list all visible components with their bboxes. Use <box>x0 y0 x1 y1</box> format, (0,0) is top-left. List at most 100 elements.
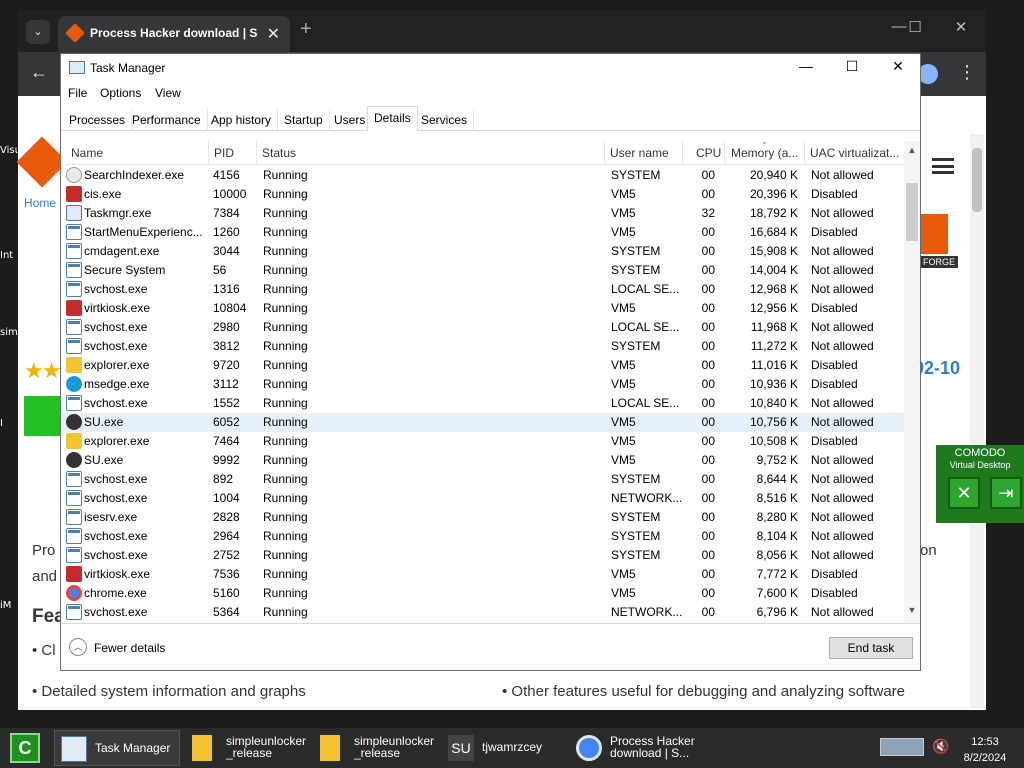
taskbar-button-task-manager[interactable]: Task Manager <box>54 730 180 766</box>
table-row[interactable]: isesrv.exe 2828 Running SYSTEM 00 8,280 K Not … <box>61 508 904 527</box>
tab-close-icon[interactable]: ✕ <box>267 24 280 44</box>
column-header-status[interactable]: Status <box>257 141 605 165</box>
download-button[interactable] <box>24 396 60 436</box>
menu-view[interactable]: View <box>155 86 181 100</box>
tab-processes[interactable]: Processes <box>63 109 133 131</box>
browser-maximize-button[interactable]: ☐ <box>900 18 930 36</box>
cell-cpu: 00 <box>701 358 715 372</box>
tab-details[interactable]: Details <box>367 106 418 132</box>
badge-text: FORGE <box>920 256 959 268</box>
maximize-button[interactable]: ☐ <box>832 58 872 75</box>
tab-performance[interactable]: Performance <box>126 109 208 131</box>
cell-uac: Not allowed <box>811 605 874 619</box>
cell-memory: 7,772 K <box>756 567 798 581</box>
table-row[interactable]: virtkiosk.exe 10804 Running VM5 00 12,956 K Di… <box>61 299 904 318</box>
table-row[interactable]: SU.exe 9992 Running VM5 00 9,752 K Not allowed <box>61 451 904 470</box>
table-row[interactable]: SU.exe 6052 Running VM5 00 10,756 K Not allowe… <box>61 413 904 432</box>
table-row[interactable]: svchost.exe 1316 Running LOCAL SE... 00 12,96… <box>61 280 904 299</box>
table-row[interactable]: cis.exe 10000 Running VM5 00 20,396 K Disabled <box>61 185 904 204</box>
profile-avatar[interactable] <box>918 64 938 84</box>
scroll-up-icon[interactable]: ▲ <box>904 145 920 161</box>
scrollbar-thumb[interactable] <box>906 183 918 241</box>
tab-services[interactable]: Services <box>415 109 475 131</box>
table-row[interactable]: Taskmgr.exe 7384 Running VM5 32 18,792 K Not a… <box>61 204 904 223</box>
browser-close-button[interactable]: ✕ <box>946 18 976 36</box>
table-row[interactable]: chrome.exe 5160 Running VM5 00 7,600 K Disable… <box>61 584 904 603</box>
cell-status: Running <box>263 567 308 581</box>
cell-cpu: 00 <box>701 377 715 391</box>
clock-time[interactable]: 12:53 <box>960 736 1010 748</box>
table-row[interactable]: svchost.exe 2980 Running LOCAL SE... 00 11,96… <box>61 318 904 337</box>
table-row[interactable]: cmdagent.exe 3044 Running SYSTEM 00 15,908 K N… <box>61 242 904 261</box>
table-row[interactable]: svchost.exe 3812 Running SYSTEM 00 11,272 K No… <box>61 337 904 356</box>
taskbar-button-su[interactable]: SU tjwamrzcey <box>442 730 564 766</box>
column-header-user[interactable]: User name <box>605 141 683 165</box>
fewer-details-link[interactable]: Fewer details <box>94 641 165 655</box>
table-row[interactable]: virtkiosk.exe 7536 Running VM5 00 7,772 K Disa… <box>61 565 904 584</box>
taskbar-button-folder[interactable]: simpleunlocker _release <box>186 730 308 766</box>
cell-cpu: 00 <box>701 567 715 581</box>
minimize-button[interactable]: — <box>786 58 826 74</box>
task-manager-titlebar[interactable]: Task Manager — ☐ ✕ <box>61 54 920 82</box>
home-link[interactable]: Home <box>24 196 56 210</box>
table-row[interactable]: explorer.exe 7464 Running VM5 00 10,508 K Disa… <box>61 432 904 451</box>
column-header-uac[interactable]: UAC virtualizat... <box>805 141 904 165</box>
browser-tab[interactable]: Process Hacker download | Sc ✕ <box>58 16 290 52</box>
table-row[interactable]: svchost.exe 2752 Running SYSTEM 00 8,056 K Not… <box>61 546 904 565</box>
table-row[interactable]: explorer.exe 9720 Running VM5 00 11,016 K Disa… <box>61 356 904 375</box>
volume-muted-icon[interactable]: 🔇 <box>932 738 949 755</box>
comodo-close-icon[interactable]: ✕ <box>948 477 980 509</box>
cell-pid: 7464 <box>213 434 240 448</box>
cell-status: Running <box>263 415 308 429</box>
page-scrollbar[interactable] <box>970 134 984 708</box>
menu-file[interactable]: File <box>68 86 87 100</box>
table-row[interactable]: SearchIndexer.exe 4156 Running SYSTEM 00 20,9… <box>61 166 904 185</box>
end-task-button[interactable]: End task <box>829 637 913 659</box>
column-header-pid[interactable]: PID <box>209 141 257 165</box>
cell-status: Running <box>263 472 308 486</box>
table-row[interactable]: svchost.exe 1552 Running LOCAL SE... 00 10,84… <box>61 394 904 413</box>
tab-users[interactable]: Users <box>328 109 373 131</box>
browser-menu-button[interactable]: ⋮ <box>958 62 976 83</box>
taskbar-button-folder[interactable]: simpleunlocker _release <box>314 730 436 766</box>
hamburger-menu-icon[interactable] <box>932 158 954 174</box>
taskbar-button-chrome[interactable]: Process Hacker download | S... <box>570 730 695 766</box>
table-row[interactable]: svchost.exe 2964 Running SYSTEM 00 8,104 K Not… <box>61 527 904 546</box>
comodo-exit-icon[interactable]: ⇥ <box>990 477 1022 509</box>
cell-pid: 10804 <box>213 301 247 315</box>
folder-process-icon <box>66 357 82 373</box>
cell-user: VM5 <box>611 434 636 448</box>
table-row[interactable]: svchost.exe 1004 Running NETWORK... 00 8,516 … <box>61 489 904 508</box>
chevron-up-icon[interactable]: ︿ <box>69 638 87 656</box>
cell-user: SYSTEM <box>611 263 661 277</box>
table-row[interactable]: svchost.exe 5364 Running NETWORK... 00 6,796 … <box>61 603 904 622</box>
close-button[interactable]: ✕ <box>878 58 918 75</box>
table-scrollbar[interactable]: ▲ ▼ <box>904 141 920 623</box>
tab-app-history[interactable]: App history <box>205 109 279 131</box>
menu-options[interactable]: Options <box>100 86 141 100</box>
win-process-icon <box>66 338 82 354</box>
cell-status: Running <box>263 529 308 543</box>
cell-uac: Disabled <box>811 377 858 391</box>
column-header-name[interactable]: Name <box>66 141 209 165</box>
scroll-down-icon[interactable]: ▼ <box>904 605 920 621</box>
table-row[interactable]: svchost.exe 892 Running SYSTEM 00 8,644 K Not … <box>61 470 904 489</box>
start-button[interactable]: C <box>10 733 40 763</box>
table-row[interactable]: StartMenuExperienc... 1260 Running VM5 00 16,… <box>61 223 904 242</box>
table-row[interactable]: Secure System 56 Running SYSTEM 00 14,004 K No… <box>61 261 904 280</box>
back-button[interactable]: ← <box>30 62 48 83</box>
table-row[interactable]: msedge.exe 3112 Running VM5 00 10,936 K Disabl… <box>61 375 904 394</box>
tab-list-button[interactable]: ⌄ <box>26 20 50 44</box>
cell-name: svchost.exe <box>84 320 148 334</box>
tab-startup[interactable]: Startup <box>278 109 330 131</box>
taskbar-label: Process Hacker download | S... <box>610 734 695 760</box>
keyboard-icon[interactable] <box>880 738 924 756</box>
clock-date[interactable]: 8/2/2024 <box>958 752 1012 764</box>
column-header-cpu[interactable]: CPU <box>691 141 725 165</box>
page-scrollbar-thumb[interactable] <box>972 148 982 212</box>
new-tab-button[interactable]: + <box>300 18 312 41</box>
cell-name: explorer.exe <box>84 358 150 372</box>
win-process-icon <box>66 319 82 335</box>
cell-uac: Disabled <box>811 434 858 448</box>
cell-name: virtkiosk.exe <box>84 567 151 581</box>
